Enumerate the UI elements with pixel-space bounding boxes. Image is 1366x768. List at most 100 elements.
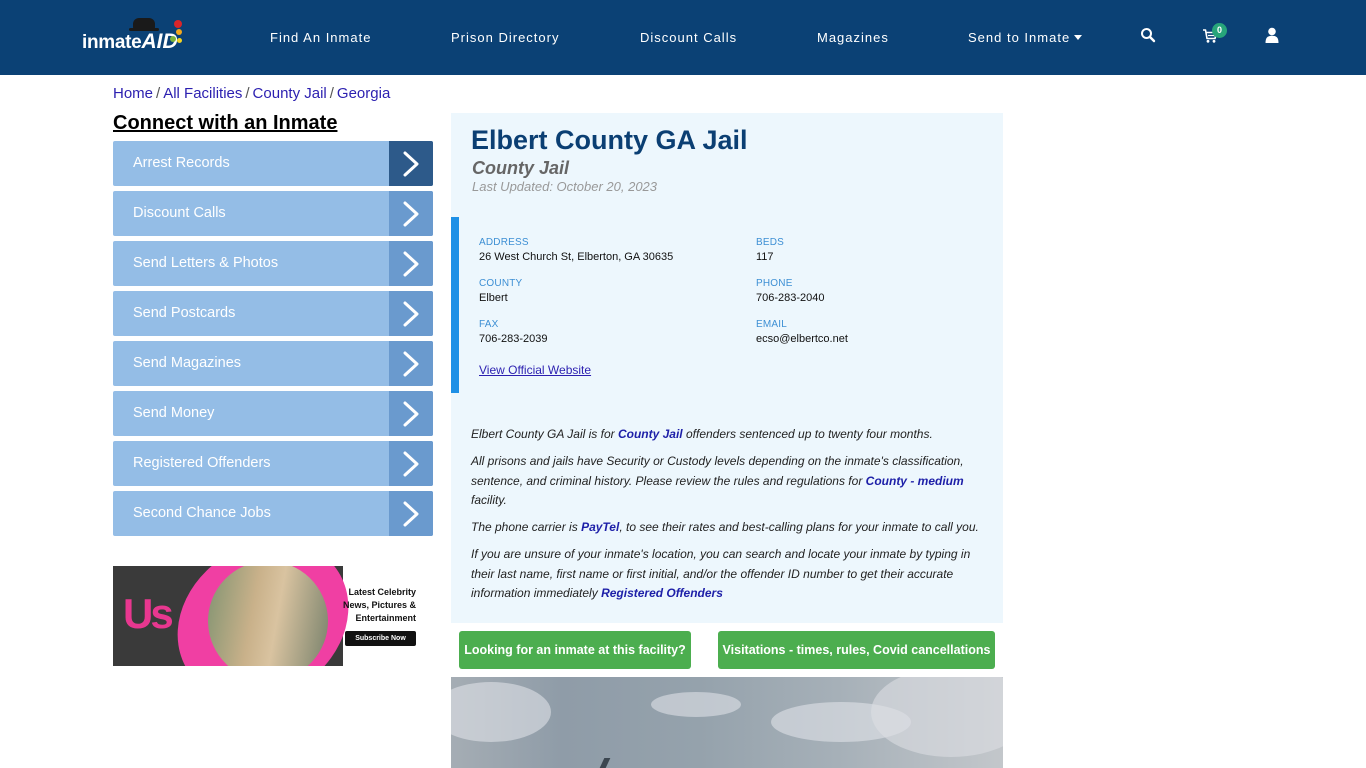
sidebar-item-arrest-records[interactable]: Arrest Records — [113, 141, 433, 186]
facility-card: Elbert County GA Jail County Jail Last U… — [451, 113, 1003, 623]
sidebar-item-label: Discount Calls — [133, 205, 226, 221]
nav-prison-directory[interactable]: Prison Directory — [451, 30, 559, 46]
sidebar-item-label: Send Money — [133, 405, 215, 421]
sidebar-item-send-magazines[interactable]: Send Magazines — [113, 341, 433, 386]
security-level-link[interactable]: County - medium — [866, 474, 964, 488]
ad-tagline-line: Entertainment — [355, 613, 416, 623]
county-field: COUNTY Elbert — [479, 278, 522, 304]
chevron-right-icon — [389, 191, 433, 236]
user-icon[interactable] — [1265, 27, 1283, 45]
chevron-right-icon — [389, 241, 433, 286]
sidebar-item-discount-calls[interactable]: Discount Calls — [113, 191, 433, 236]
visitation-info-button[interactable]: Visitations - times, rules, Covid cancel… — [718, 631, 995, 669]
county-label: COUNTY — [479, 278, 523, 289]
us-weekly-ad-banner[interactable]: Us Latest Celebrity News, Pictures & Ent… — [113, 566, 433, 666]
ad-tagline-line: News, Pictures & — [342, 600, 416, 610]
facility-name: Elbert County GA Jail — [471, 125, 748, 155]
email-value[interactable]: ecso@elbertco.net — [756, 333, 848, 345]
address-label: ADDRESS — [479, 237, 529, 248]
ad-tagline-line: Latest Celebrity — [348, 587, 416, 597]
nav-find-inmate[interactable]: Find An Inmate — [270, 30, 371, 46]
logo-text: inmate — [82, 32, 142, 53]
facility-info-box: ADDRESS 26 West Church St, Elberton, GA … — [451, 217, 1003, 393]
search-icon[interactable] — [1140, 27, 1158, 45]
description-text: Elbert County GA Jail is for — [471, 427, 618, 441]
phone-value: 706-283-2040 — [756, 292, 825, 304]
phone-label: PHONE — [756, 278, 793, 289]
find-inmate-at-facility-button[interactable]: Looking for an inmate at this facility? — [459, 631, 691, 669]
logo-leaves-icon — [168, 20, 182, 48]
nav-send-to-inmate[interactable]: Send to Inmate — [968, 30, 1083, 46]
phone-carrier-link[interactable]: PayTel — [581, 520, 619, 534]
chevron-right-icon — [389, 491, 433, 536]
breadcrumb-georgia[interactable]: Georgia — [337, 85, 390, 102]
sidebar-item-send-letters-photos[interactable]: Send Letters & Photos — [113, 241, 433, 286]
fax-field: FAX 706-283-2039 — [479, 319, 548, 345]
breadcrumb-separator: / — [329, 85, 334, 102]
site-logo[interactable]: inmate AID — [82, 18, 182, 54]
breadcrumb-home[interactable]: Home — [113, 85, 153, 102]
caret-down-icon — [1074, 35, 1083, 40]
email-field: EMAIL ecso@elbertco.net — [756, 319, 848, 345]
logo-hat-icon — [129, 18, 159, 31]
breadcrumb-separator: / — [156, 85, 161, 102]
photo-cloud — [451, 682, 551, 742]
sidebar-item-label: Send Letters & Photos — [133, 255, 279, 271]
facility-type: County Jail — [472, 158, 570, 178]
sidebar-item-second-chance-jobs[interactable]: Second Chance Jobs — [113, 491, 433, 536]
nav-discount-calls[interactable]: Discount Calls — [640, 30, 737, 46]
sidebar-menu: Arrest Records Discount Calls Send Lette… — [113, 141, 433, 541]
sidebar-item-label: Registered Offenders — [133, 455, 271, 471]
chevron-right-icon — [389, 291, 433, 336]
description-text: , to see their rates and best-calling pl… — [619, 520, 979, 534]
ad-brand-logo: Us — [123, 590, 174, 637]
cart-count-badge: 0 — [1212, 23, 1227, 38]
sidebar-item-label: Send Magazines — [133, 355, 242, 371]
ad-subscribe-button[interactable]: Subscribe Now — [345, 631, 416, 646]
breadcrumb-all-facilities[interactable]: All Facilities — [163, 85, 242, 102]
facility-description: Elbert County GA Jail is for County Jail… — [471, 425, 983, 611]
sidebar-item-registered-offenders[interactable]: Registered Offenders — [113, 441, 433, 486]
description-paragraph: All prisons and jails have Security or C… — [471, 452, 983, 511]
description-paragraph: Elbert County GA Jail is for County Jail… — [471, 425, 983, 445]
breadcrumb-county-jail[interactable]: County Jail — [253, 85, 327, 102]
nav-send-to-inmate-label: Send to Inmate — [968, 30, 1071, 45]
ad-tagline: Latest Celebrity News, Pictures & Entert… — [343, 586, 416, 625]
chevron-right-icon — [389, 141, 433, 186]
sidebar-item-label: Arrest Records — [133, 155, 230, 171]
site-header: inmate AID Find An Inmate Prison Directo… — [0, 0, 1366, 75]
beds-field: BEDS 117 — [756, 237, 784, 263]
sidebar-item-send-money[interactable]: Send Money — [113, 391, 433, 436]
registered-offenders-link[interactable]: Registered Offenders — [601, 586, 723, 600]
description-text: facility. — [471, 493, 507, 507]
nav-magazines[interactable]: Magazines — [817, 30, 889, 46]
email-label: EMAIL — [756, 319, 788, 330]
sidebar-item-label: Send Postcards — [133, 305, 236, 321]
facility-photo — [451, 677, 1003, 768]
fax-value: 706-283-2039 — [479, 333, 548, 345]
chevron-right-icon — [389, 441, 433, 486]
breadcrumb: Home / All Facilities / County Jail / Georgia — [113, 85, 390, 102]
sidebar-item-send-postcards[interactable]: Send Postcards — [113, 291, 433, 336]
chevron-right-icon — [389, 391, 433, 436]
description-text: offenders sentenced up to twenty four mo… — [682, 427, 933, 441]
official-website-link[interactable]: View Official Website — [479, 363, 591, 377]
fax-label: FAX — [479, 319, 499, 330]
photo-cloud — [651, 692, 741, 717]
address-value: 26 West Church St, Elberton, GA 30635 — [479, 251, 674, 263]
description-text: The phone carrier is — [471, 520, 582, 534]
sidebar-item-label: Second Chance Jobs — [133, 505, 271, 521]
address-field: ADDRESS 26 West Church St, Elberton, GA … — [479, 237, 673, 263]
beds-label: BEDS — [756, 237, 785, 248]
description-paragraph: The phone carrier is PayTel, to see thei… — [471, 518, 983, 538]
description-paragraph: If you are unsure of your inmate's locat… — [471, 545, 983, 604]
chevron-right-icon — [389, 341, 433, 386]
beds-value: 117 — [756, 251, 774, 263]
sidebar-title: Connect with an Inmate — [113, 112, 338, 134]
county-value: Elbert — [479, 292, 508, 304]
county-jail-link[interactable]: County Jail — [618, 427, 683, 441]
phone-field: PHONE 706-283-2040 — [756, 278, 825, 304]
last-updated: Last Updated: October 20, 2023 — [472, 179, 658, 194]
photo-cloud — [871, 677, 1003, 757]
breadcrumb-separator: / — [245, 85, 250, 102]
